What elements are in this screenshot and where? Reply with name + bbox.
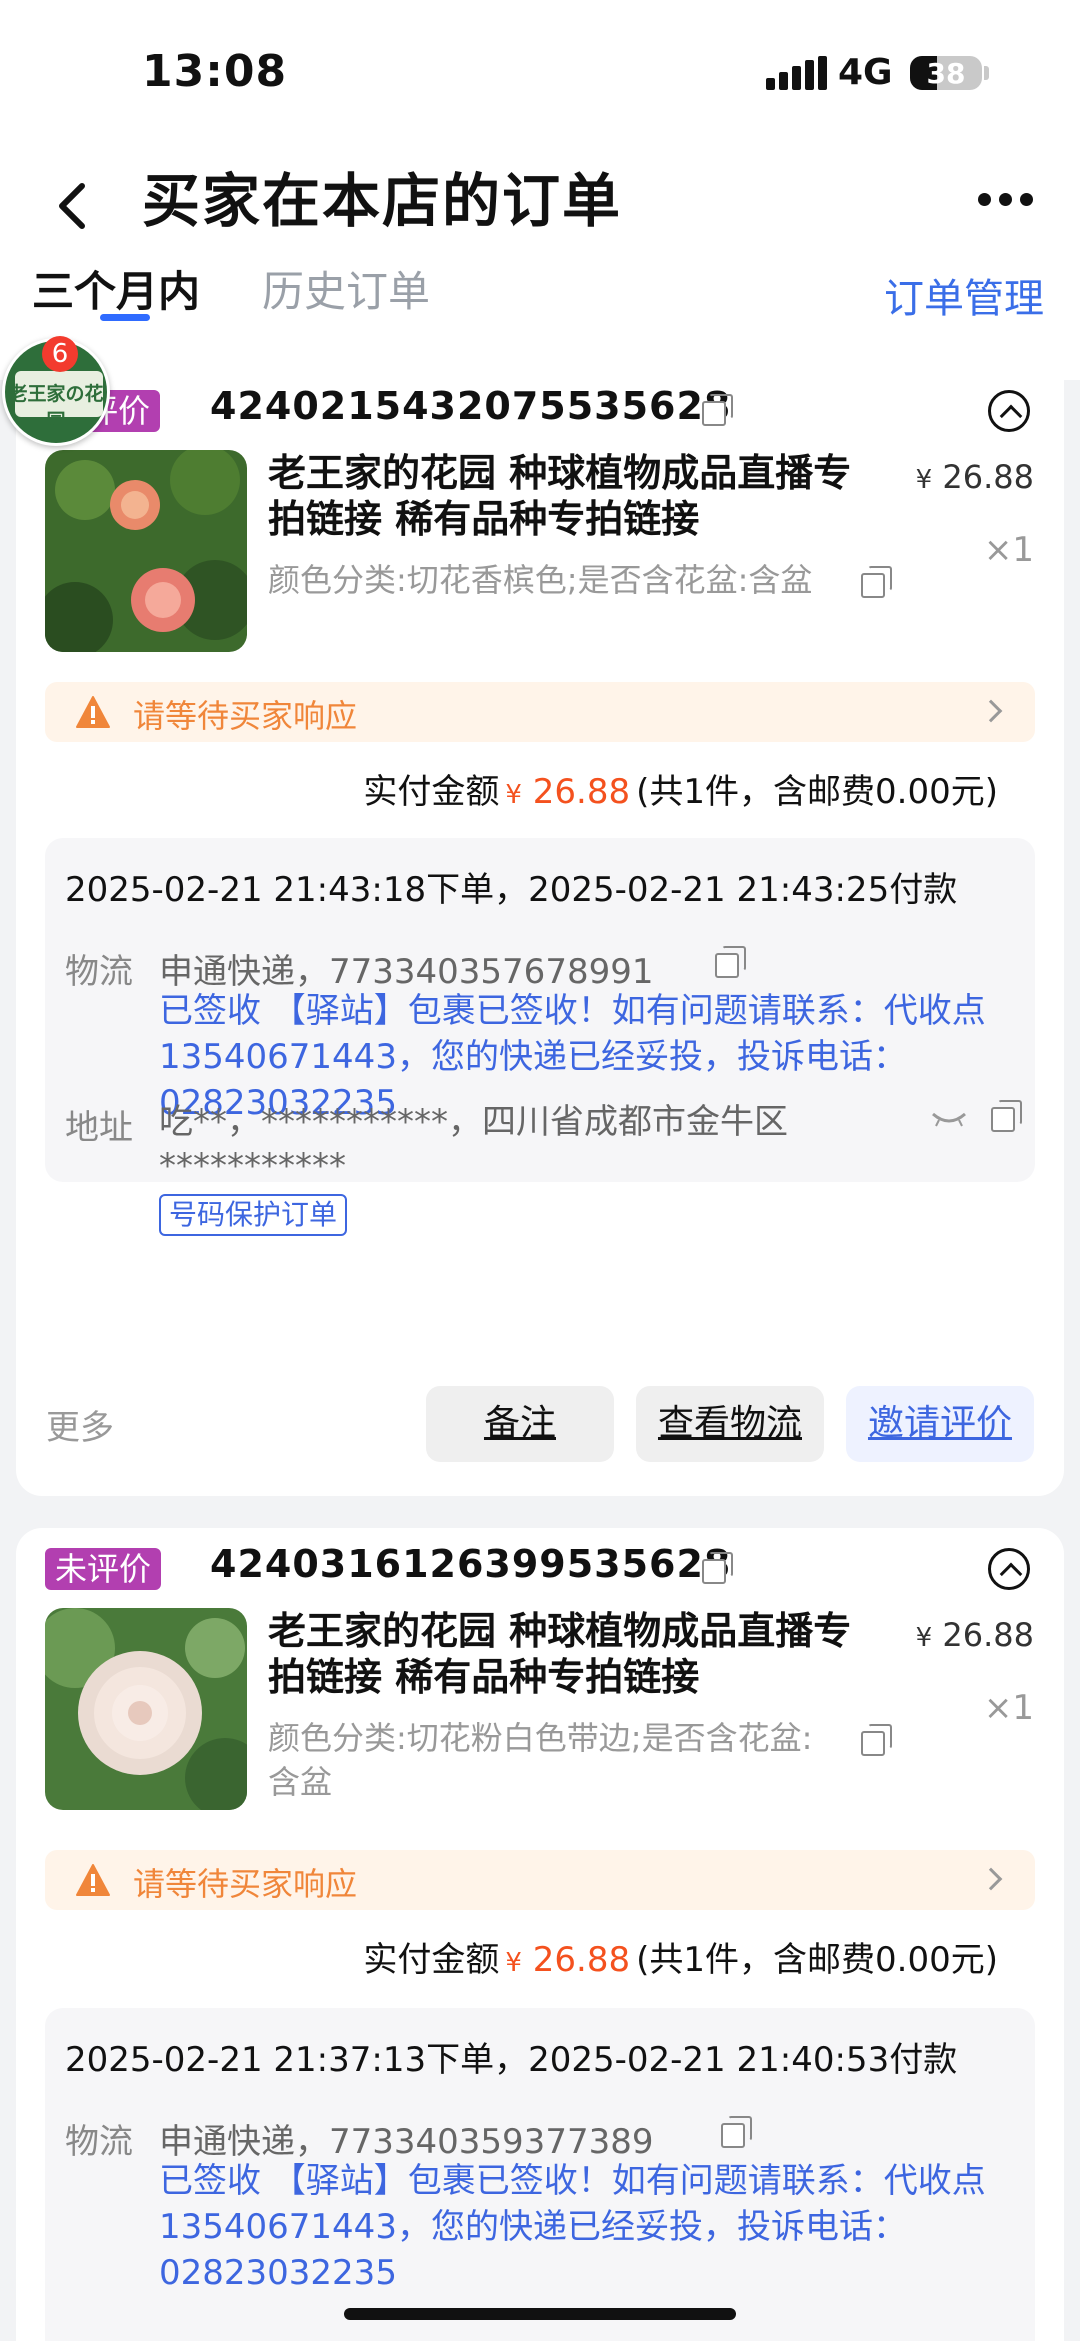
logistics-info: 申通快递，773340357678991 <box>159 952 654 992</box>
alert-text: 请等待买家响应 <box>133 697 358 735</box>
payment-summary: 实付金额 ¥ 26.88 (共1件，含邮费0.00元) <box>363 1940 998 1980</box>
logistics-label: 物流 <box>65 2122 133 2162</box>
address-label: 地址 <box>65 1108 133 1148</box>
tab-three-months[interactable]: 三个月内 <box>32 258 200 319</box>
order-card: 未评价 4240316126399535628 老王家的花园 种球植物成品直播专… <box>16 1528 1064 2341</box>
more-link[interactable]: 更多 <box>46 1400 114 1449</box>
product-image[interactable] <box>45 450 247 652</box>
eye-closed-icon[interactable] <box>929 1110 969 1130</box>
buyer-response-alert[interactable]: 请等待买家响应 <box>45 1850 1035 1910</box>
order-management-link[interactable]: 订单管理 <box>884 266 1044 324</box>
tracking-status[interactable]: 已签收 【驿站】包裹已签收！如有问题请联系：代收点13540671443，您的快… <box>159 2158 1009 2296</box>
battery-level: 38 <box>926 57 966 90</box>
warning-icon <box>76 1864 110 1896</box>
logistics-info: 申通快递，773340359377389 <box>159 2122 654 2162</box>
product-quantity: ×1 <box>983 530 1034 570</box>
product-spec: 颜色分类:切花粉白色带边;是否含花盆:含盆 <box>268 1719 813 1801</box>
product-spec: 颜色分类:切花香槟色;是否含花盆:含盆 <box>268 561 813 599</box>
copy-icon[interactable] <box>702 1552 733 1584</box>
view-logistics-button[interactable]: 查看物流 <box>636 1386 824 1462</box>
header: 买家在本店的订单 三个月内 历史订单 订单管理 <box>0 140 1080 380</box>
alert-text: 请等待买家响应 <box>133 1865 358 1903</box>
order-number: 4240316126399535628 <box>210 1542 732 1586</box>
battery-icon: 38 <box>910 56 982 90</box>
battery-tip <box>984 66 989 80</box>
buyer-response-alert[interactable]: 请等待买家响应 <box>45 682 1035 742</box>
home-indicator[interactable] <box>344 2308 736 2320</box>
status-time: 13:08 <box>142 46 288 97</box>
warning-icon <box>76 696 110 728</box>
product-price: ¥ 26.88 <box>915 458 1034 496</box>
invite-review-button[interactable]: 邀请评价 <box>846 1386 1034 1462</box>
order-card: 评价 4240215432075535628 老王家的花园 种球植物成品直播专拍… <box>16 370 1064 1496</box>
product-title[interactable]: 老王家的花园 种球植物成品直播专拍链接 稀有品种专拍链接 <box>268 1608 868 1700</box>
order-info-box: 2025-02-21 21:43:18下单，2025-02-21 21:43:2… <box>45 838 1035 1236</box>
order-dates: 2025-02-21 21:43:18下单，2025-02-21 21:43:2… <box>65 870 958 910</box>
copy-icon[interactable] <box>702 394 733 426</box>
chevron-right-icon <box>979 1867 1003 1891</box>
payment-summary: 实付金额 ¥ 26.88 (共1件，含邮费0.00元) <box>363 772 998 812</box>
active-tab-indicator <box>100 314 150 321</box>
copy-tracking-icon[interactable] <box>721 2116 752 2148</box>
address-text: 吃**，***********，四川省成都市金牛区*********** <box>159 1102 788 1186</box>
order-number: 4240215432075535628 <box>210 384 732 428</box>
order-info-box: 2025-02-21 21:37:13下单，2025-02-21 21:40:5… <box>45 2008 1035 2341</box>
back-arrow-icon[interactable] <box>48 160 98 250</box>
page-title: 买家在本店的订单 <box>142 167 623 235</box>
signal-icon <box>766 56 827 90</box>
more-options-icon[interactable] <box>970 170 1040 230</box>
collapse-icon[interactable] <box>988 1548 1030 1590</box>
product-image[interactable] <box>45 1608 247 1810</box>
copy-address-icon[interactable] <box>991 1100 1022 1132</box>
copy-tracking-icon[interactable] <box>715 946 746 978</box>
product-quantity: ×1 <box>983 1688 1034 1728</box>
chevron-right-icon <box>979 699 1003 723</box>
tab-history-orders[interactable]: 历史订单 <box>262 258 430 319</box>
product-title[interactable]: 老王家的花园 种球植物成品直播专拍链接 稀有品种专拍链接 <box>268 450 868 542</box>
product-price: ¥ 26.88 <box>915 1616 1034 1654</box>
shop-logo-text: 老王家の花园 <box>8 383 104 432</box>
collapse-icon[interactable] <box>988 390 1030 432</box>
logistics-label: 物流 <box>65 952 133 992</box>
status-bar: 13:08 4G 38 <box>0 0 1080 140</box>
review-status-tag: 未评价 <box>45 1548 162 1590</box>
number-protection-tag[interactable]: 号码保护订单 <box>159 1194 348 1236</box>
network-type: 4G <box>838 52 893 93</box>
order-dates: 2025-02-21 21:37:13下单，2025-02-21 21:40:5… <box>65 2040 958 2080</box>
notification-badge: 6 <box>42 336 78 372</box>
note-button[interactable]: 备注 <box>426 1386 614 1462</box>
copy-spec-icon[interactable] <box>861 1724 892 1756</box>
copy-spec-icon[interactable] <box>861 566 892 598</box>
